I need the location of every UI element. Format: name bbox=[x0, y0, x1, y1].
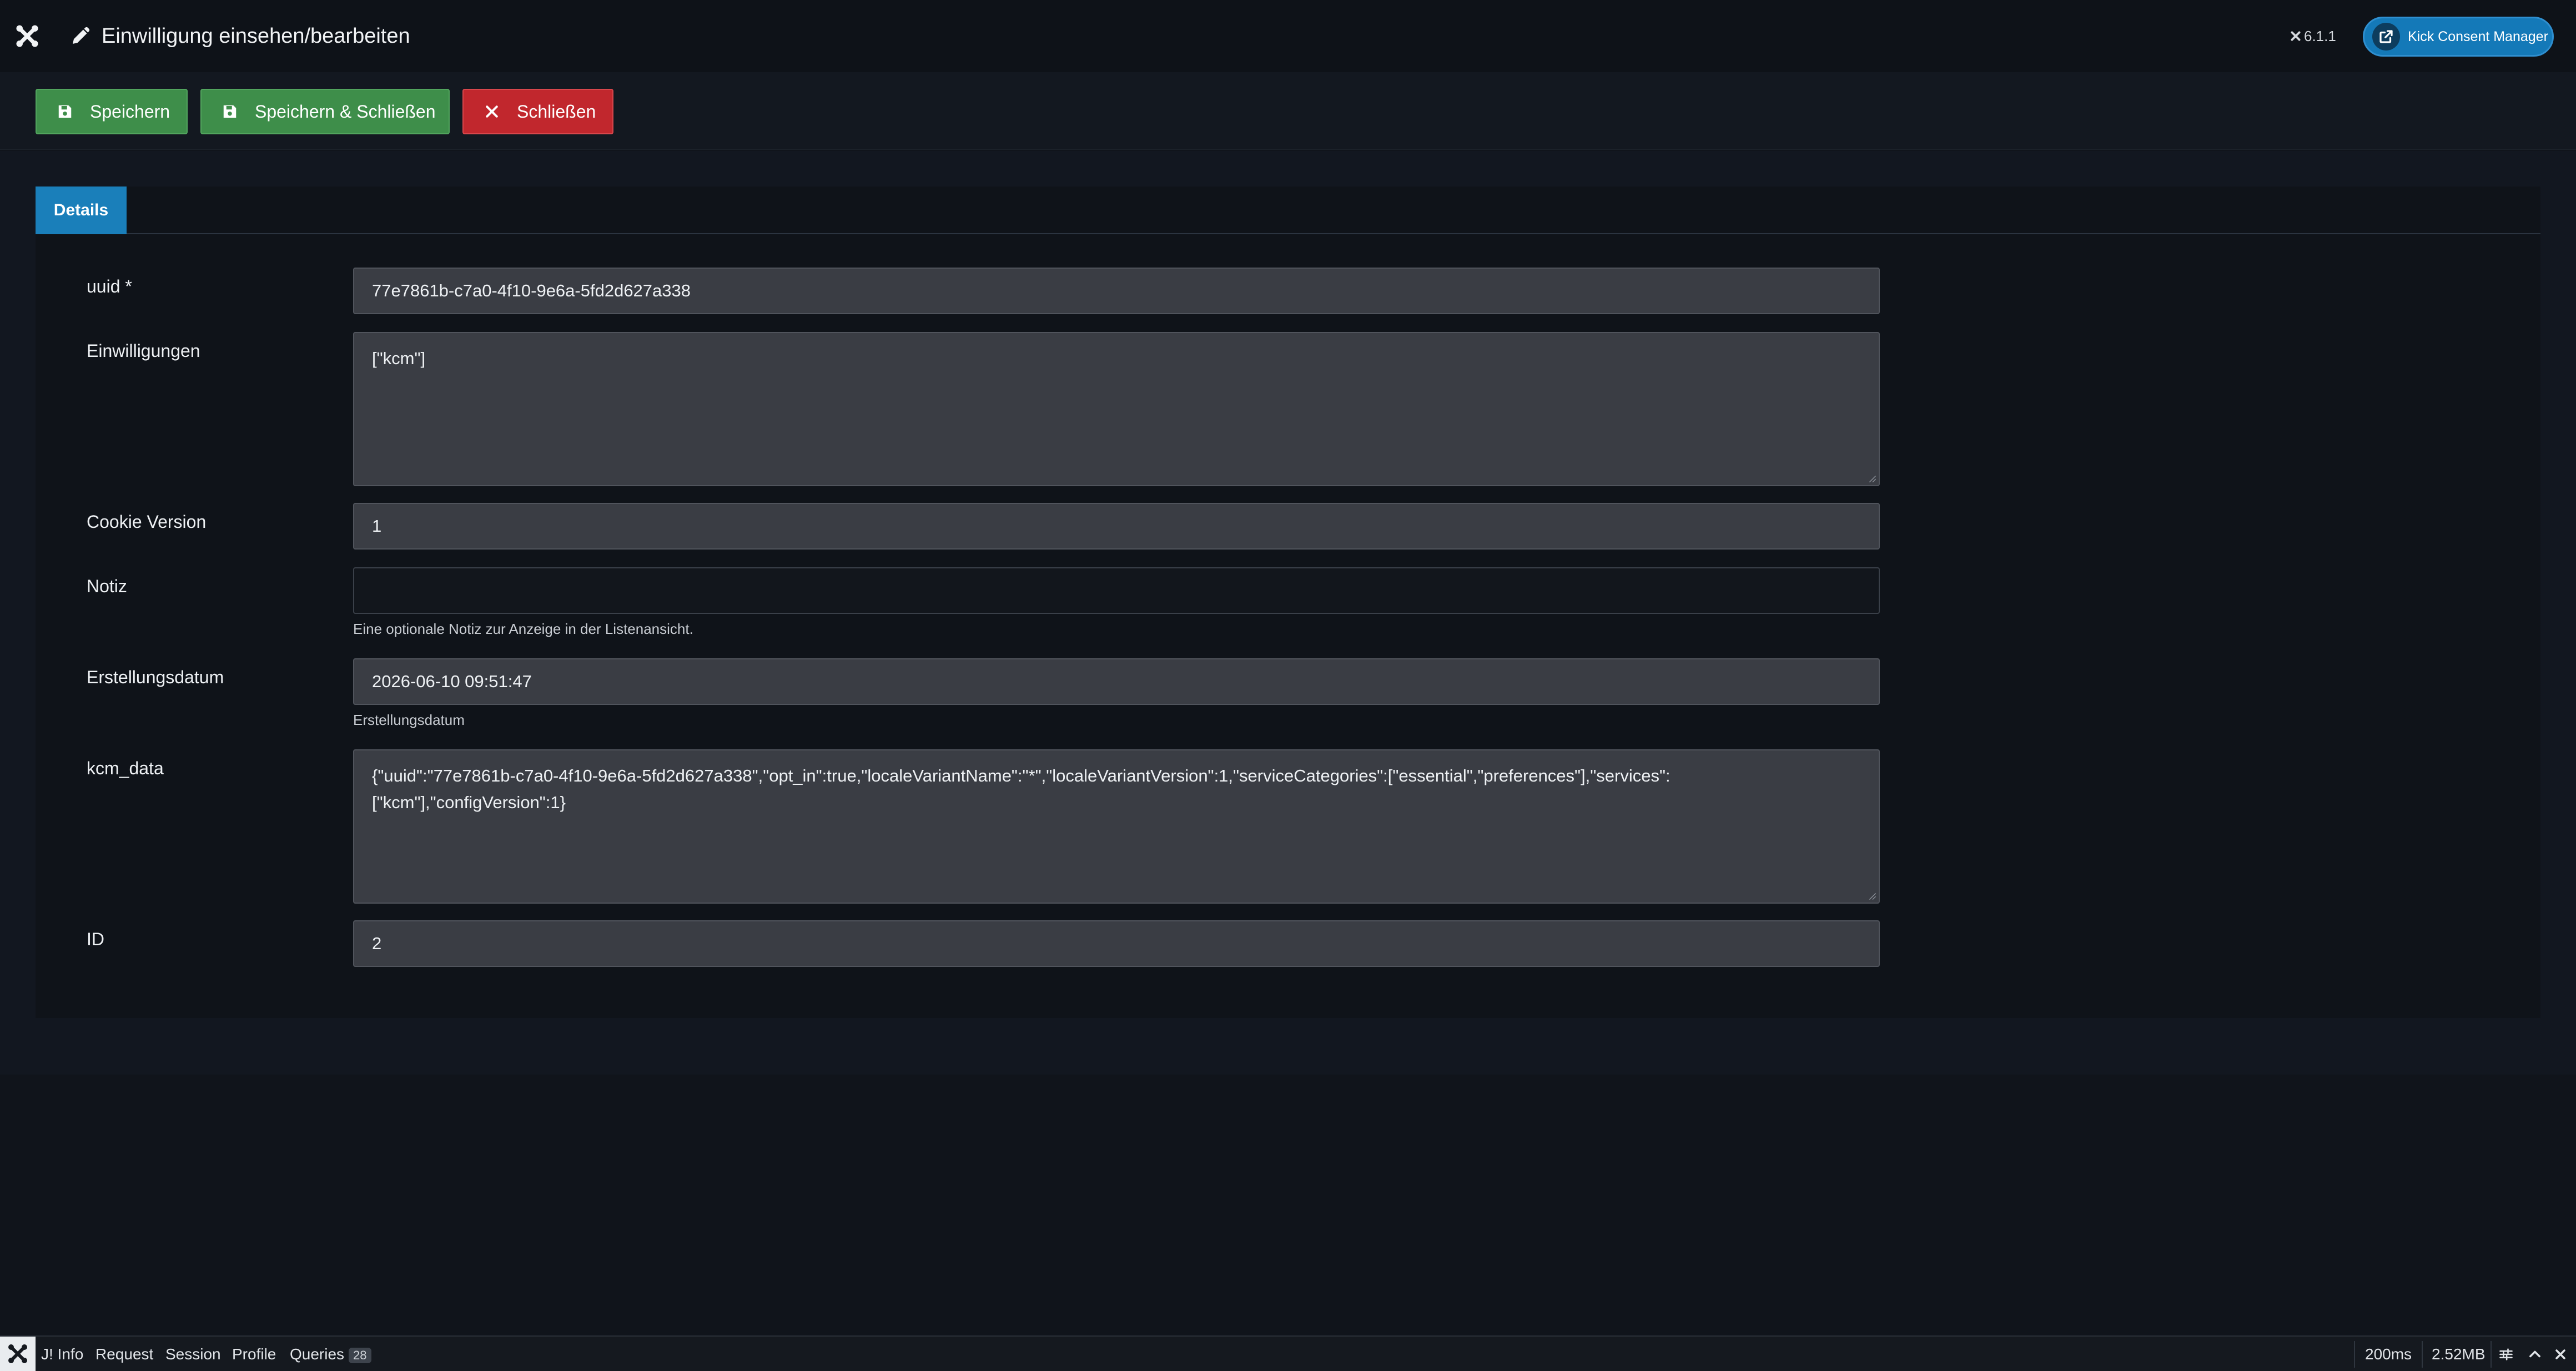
consents-label: Einwilligungen bbox=[87, 341, 200, 361]
floppy-disk-icon bbox=[58, 105, 72, 118]
kcm-data-line-1: {"uuid":"77e7861b-c7a0-4f10-9e6a-5fd2d62… bbox=[372, 766, 1671, 785]
resize-handle-icon[interactable] bbox=[1869, 475, 1876, 483]
debug-separator bbox=[2354, 1341, 2355, 1368]
debug-separator bbox=[2491, 1341, 2492, 1368]
toolbar: Speichern Speichern & Schließen Schließe… bbox=[0, 72, 2576, 150]
resize-handle-icon[interactable] bbox=[1869, 893, 1876, 900]
consents-value: ["kcm"] bbox=[372, 349, 426, 368]
close-icon bbox=[486, 105, 498, 118]
joomla-small-icon bbox=[2291, 31, 2301, 41]
created-label: Erstellungsdatum bbox=[87, 667, 224, 687]
uuid-label: uuid * bbox=[87, 276, 132, 296]
close-button[interactable]: Schließen bbox=[462, 89, 613, 134]
kcm-data-line-2: ["kcm"],"configVersion":1} bbox=[372, 793, 566, 812]
note-label: Notiz bbox=[87, 576, 127, 596]
close-icon[interactable] bbox=[2553, 1347, 2568, 1362]
tab-details[interactable]: Details bbox=[36, 187, 127, 234]
version-text: 6.1.1 bbox=[2304, 28, 2336, 44]
cookie-version-input[interactable]: 1 bbox=[353, 503, 1880, 550]
joomla-logo-icon bbox=[8, 1344, 27, 1363]
chevron-up-icon[interactable] bbox=[2527, 1347, 2543, 1362]
page-title: Einwilligung einsehen/bearbeiten bbox=[102, 24, 410, 48]
floppy-disk-icon bbox=[223, 105, 237, 118]
external-link-icon-wrap bbox=[2372, 23, 2400, 51]
created-value: 2026-06-10 09:51:47 bbox=[372, 672, 532, 691]
pencil-icon bbox=[73, 27, 90, 44]
header: Einwilligung einsehen/bearbeiten 6.1.1 K… bbox=[0, 0, 2576, 72]
kcm-data-textarea[interactable]: {"uuid":"77e7861b-c7a0-4f10-9e6a-5fd2d62… bbox=[353, 749, 1880, 904]
debug-joomla-logo-icon[interactable] bbox=[0, 1337, 36, 1371]
cookie-version-value: 1 bbox=[372, 516, 382, 536]
save-label: Speichern bbox=[90, 101, 170, 122]
debug-tab-profile[interactable]: Profile bbox=[232, 1345, 276, 1363]
kcm-data-label: kcm_data bbox=[87, 758, 164, 778]
queries-count-badge: 28 bbox=[349, 1347, 371, 1363]
note-input[interactable] bbox=[353, 567, 1880, 614]
settings-sliders-icon[interactable] bbox=[2498, 1347, 2514, 1362]
debug-time: 200ms bbox=[2365, 1345, 2412, 1363]
version-badge: 6.1.1 bbox=[2290, 27, 2336, 45]
save-and-close-label: Speichern & Schließen bbox=[255, 101, 436, 122]
debug-bar: J! Info Request Session Profile Queries 2… bbox=[0, 1335, 2576, 1371]
save-and-close-button[interactable]: Speichern & Schließen bbox=[200, 89, 450, 134]
external-link-icon bbox=[2379, 30, 2393, 43]
kick-consent-manager-link[interactable]: Kick Consent Manager bbox=[2363, 17, 2554, 57]
debug-tab-queries[interactable]: Queries 28 bbox=[290, 1345, 371, 1363]
debug-tab-info[interactable]: J! Info bbox=[41, 1345, 83, 1363]
close-label: Schließen bbox=[517, 101, 596, 122]
cookie-version-label: Cookie Version bbox=[87, 512, 207, 532]
consents-textarea[interactable]: ["kcm"] bbox=[353, 332, 1880, 486]
uuid-value: 77e7861b-c7a0-4f10-9e6a-5fd2d627a338 bbox=[372, 281, 691, 300]
debug-tab-queries-label: Queries bbox=[290, 1345, 345, 1363]
debug-separator bbox=[2422, 1341, 2423, 1368]
created-input[interactable]: 2026-06-10 09:51:47 bbox=[353, 658, 1880, 705]
debug-tab-request[interactable]: Request bbox=[95, 1345, 153, 1363]
id-input[interactable]: 2 bbox=[353, 920, 1880, 967]
note-hint: Eine optionale Notiz zur Anzeige in der … bbox=[353, 621, 693, 637]
debug-tab-session[interactable]: Session bbox=[165, 1345, 221, 1363]
debug-memory: 2.52MB bbox=[2432, 1345, 2486, 1363]
id-label: ID bbox=[87, 929, 104, 949]
created-hint: Erstellungsdatum bbox=[353, 712, 465, 728]
joomla-logo-icon[interactable] bbox=[14, 23, 40, 49]
tab-bar: Details bbox=[36, 187, 2540, 234]
external-link-label: Kick Consent Manager bbox=[2408, 28, 2548, 44]
save-button[interactable]: Speichern bbox=[36, 89, 188, 134]
uuid-input[interactable]: 77e7861b-c7a0-4f10-9e6a-5fd2d627a338 bbox=[353, 268, 1880, 314]
id-value: 2 bbox=[372, 934, 382, 953]
